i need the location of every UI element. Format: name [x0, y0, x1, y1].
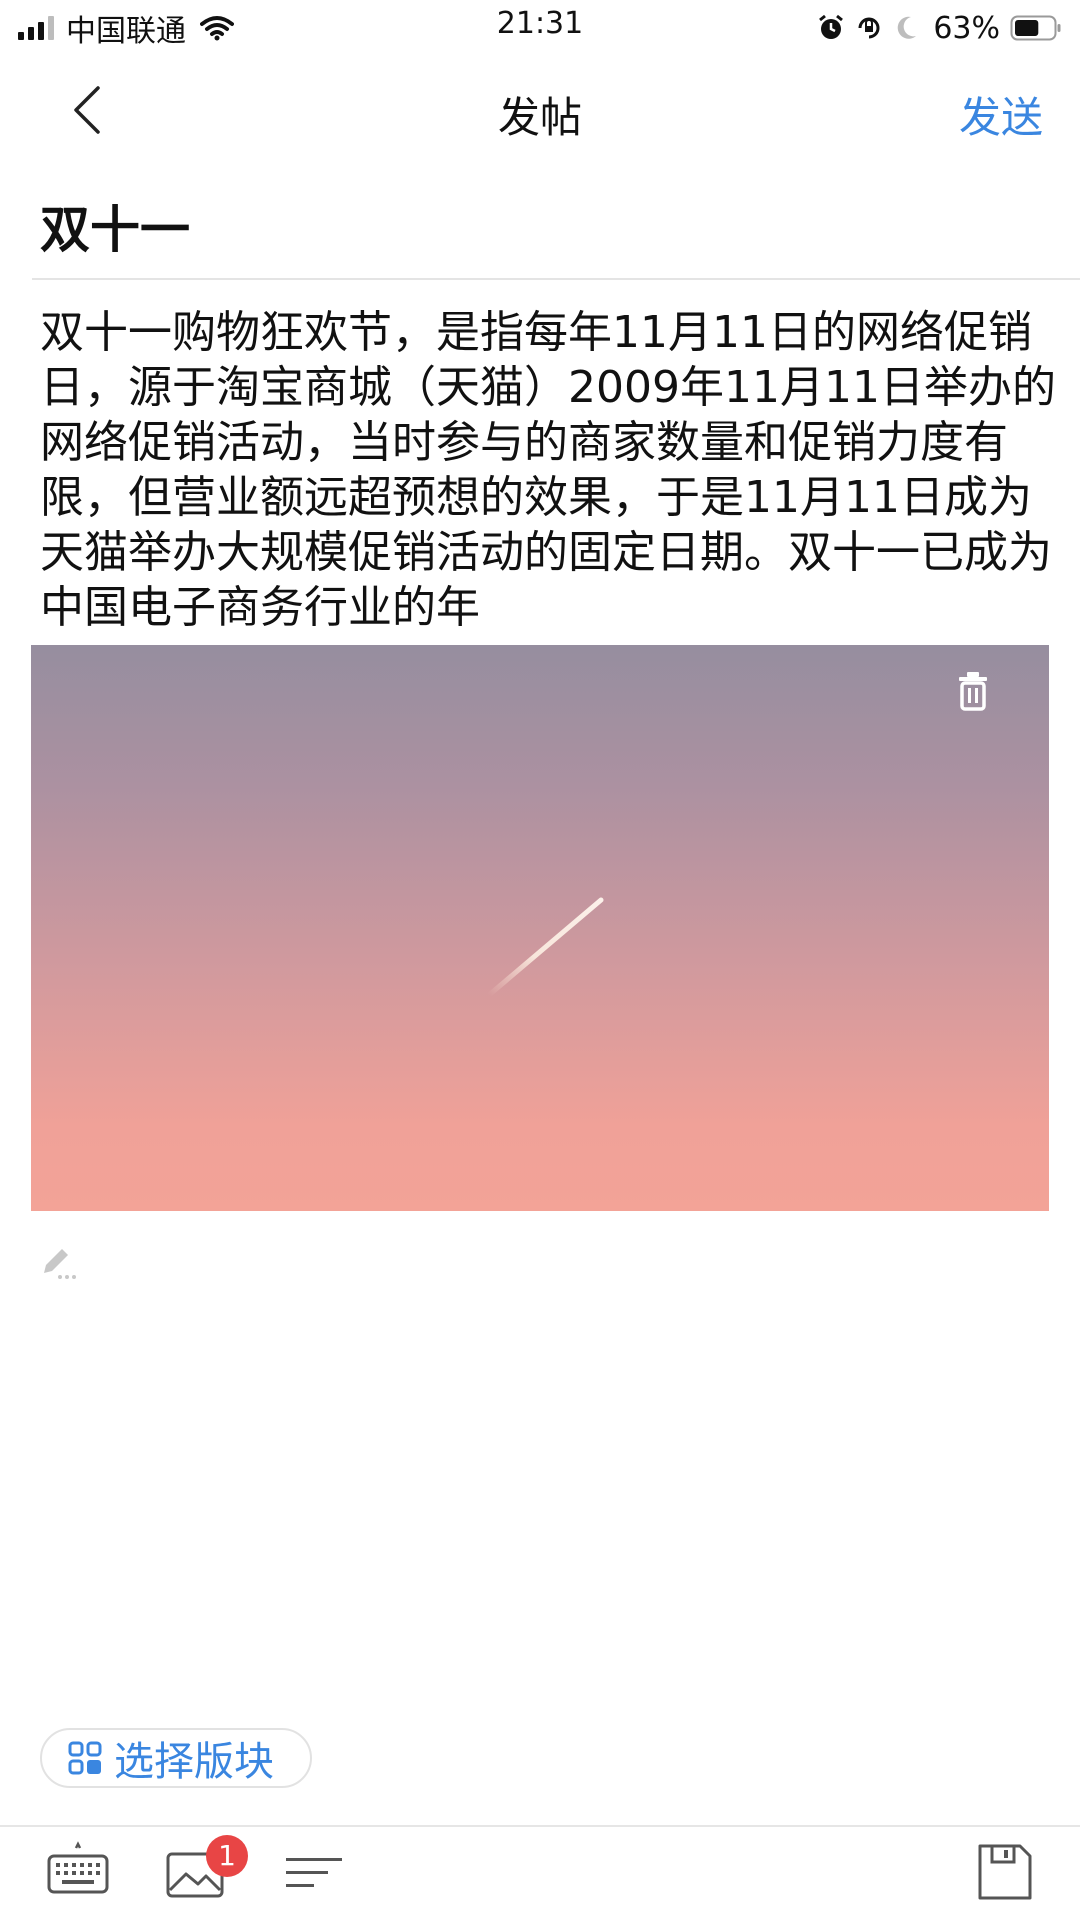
nav-bar: 发帖 发送 — [0, 70, 1080, 150]
list-icon[interactable] — [282, 1840, 346, 1904]
status-bar: 中国联通 21:31 63% — [0, 0, 1080, 56]
contrail-streak — [486, 897, 604, 998]
grid-icon — [68, 1741, 102, 1775]
post-title-input[interactable]: 双十一 — [40, 190, 190, 262]
attached-image[interactable] — [31, 645, 1049, 1211]
send-button[interactable]: 发送 — [959, 84, 1043, 145]
select-section-button[interactable]: 选择版块 — [40, 1728, 312, 1788]
pencil-icon[interactable] — [40, 1245, 80, 1281]
select-section-label: 选择版块 — [114, 1739, 274, 1785]
post-body-input[interactable]: 双十一购物狂欢节，是指每年11月11日的网络促销日，源于淘宝商城（天猫）2009… — [40, 305, 1072, 635]
page-title: 发帖 — [497, 93, 582, 142]
trash-icon[interactable] — [955, 669, 991, 713]
image-count-badge: 1 — [206, 1835, 248, 1877]
battery-icon — [1010, 15, 1061, 41]
alarm-icon — [819, 14, 844, 39]
save-draft-icon[interactable] — [972, 1840, 1036, 1904]
title-divider — [32, 278, 1080, 280]
orientation-lock-icon — [858, 17, 880, 39]
moon-icon — [898, 16, 917, 39]
toolbar-divider — [0, 1825, 1080, 1827]
keyboard-icon[interactable] — [46, 1840, 110, 1904]
battery-percent: 63% — [933, 10, 1000, 46]
